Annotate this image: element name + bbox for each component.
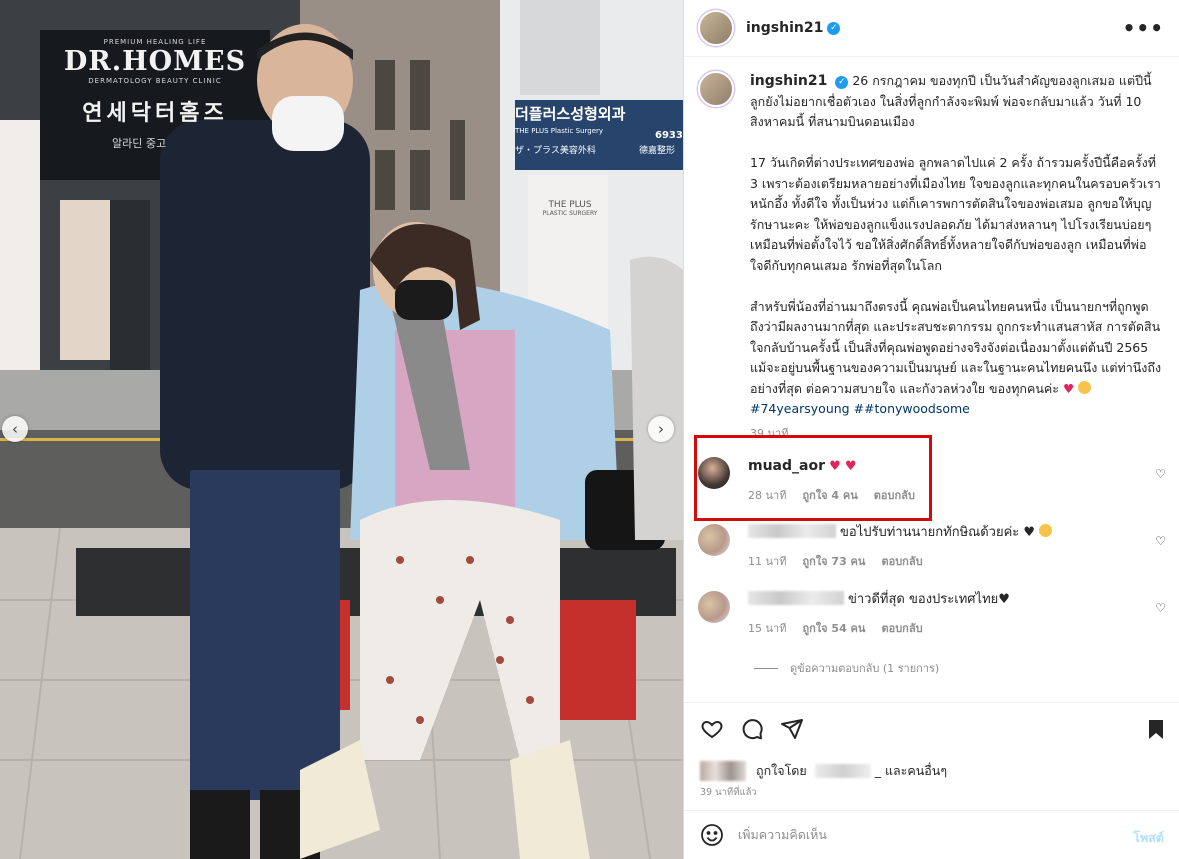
replies-dash [754, 667, 778, 669]
author-avatar[interactable] [698, 10, 734, 46]
plus-sign-jp: ザ・プラス美容外科 [515, 146, 596, 156]
post-timestamp: 39 นาทีที่แล้ว [700, 787, 757, 798]
more-options-icon[interactable]: ••• [1123, 18, 1164, 38]
comment-reply-button[interactable]: ตอบกลับ [881, 619, 922, 637]
comment-like-heart-icon[interactable]: ♡ [1155, 467, 1166, 481]
comment-like-heart-icon[interactable]: ♡ [1155, 534, 1166, 548]
caption-avatar[interactable] [698, 71, 734, 107]
plus-sign-phone: 6933- [655, 130, 683, 141]
comment-body: ขอไปรับท่านนายกทักษิณด้วยค่ะ ♥ 11 นาที ถ… [748, 524, 1168, 570]
comment-body: ข่าวดีที่สุด ของประเทศไทย♥ 15 นาที ถูกใจ… [748, 591, 1168, 637]
comment-username[interactable]: muad_aor [748, 458, 825, 474]
comment-reply-button[interactable]: ตอบกลับ [874, 486, 915, 504]
likes-line: ถูกใจโดย _ และคนอื่นๆ [700, 761, 947, 781]
plus-sign-row: ザ・プラス美容外科 德嘉整形 [515, 143, 675, 156]
comment-bubble-icon[interactable] [740, 717, 764, 741]
instagram-post-viewer: PREMIUM HEALING LIFE DR.HOMES DERMATOLOG… [0, 0, 1179, 859]
plus-board-title: THE PLUS [548, 200, 592, 210]
comment-body: muad_aor ♥ ♥ 28 นาที ถูกใจ 4 คน ตอบกลับ [748, 457, 1168, 504]
caption-hashtags[interactable]: #74yearsyoung ##tonywoodsome [750, 401, 970, 416]
comment-meta: 28 นาที ถูกใจ 4 คน ตอบกลับ [748, 486, 1168, 504]
author-username[interactable]: ingshin21 [746, 20, 823, 36]
like-heart-icon[interactable] [700, 717, 724, 741]
comment-item: ขอไปรับท่านนายกทักษิณด้วยค่ะ ♥ 11 นาที ถ… [698, 524, 1168, 570]
share-paper-plane-icon[interactable] [780, 717, 804, 741]
comment-meta: 15 นาที ถูกใจ 54 คน ตอบกลับ [748, 619, 1168, 637]
liked-by-prefix: ถูกใจโดย [756, 763, 807, 778]
caption-verified-badge-icon: ✓ [835, 76, 849, 89]
post-actions: ถูกใจโดย _ และคนอื่นๆ 39 นาทีที่แล้ว [684, 702, 1179, 822]
comment-text: ♥ ♥ [829, 459, 857, 474]
blurred-liker-name[interactable] [814, 764, 871, 778]
comment-like-heart-icon[interactable]: ♡ [1155, 601, 1166, 615]
heart-emoji-icon: ♥ [1062, 380, 1075, 396]
action-icons [700, 717, 804, 741]
blurred-username[interactable] [748, 591, 844, 605]
comment-avatar[interactable] [698, 524, 730, 556]
post-comment-button[interactable]: โพสต์ [1133, 828, 1164, 848]
star-eyes-emoji-icon [1039, 524, 1053, 537]
clinic-sign-korean: 연세닥터홈즈 [82, 101, 228, 126]
carousel-prev-button[interactable]: ‹ [2, 416, 28, 442]
plus-board-sub: PLASTIC SURGERY [542, 210, 598, 217]
comment-item: ข่าวดีที่สุด ของประเทศไทย♥ 15 นาที ถูกใจ… [698, 591, 1168, 637]
carousel-next-button[interactable]: › [648, 416, 674, 442]
clinic-sign-sub: DERMATOLOGY BEAUTY CLINIC [88, 77, 222, 85]
caption-username[interactable]: ingshin21 [750, 73, 827, 89]
clinic-sign-premium: PREMIUM HEALING LIFE [103, 38, 207, 46]
comment-avatar[interactable] [698, 457, 730, 489]
comment-likes[interactable]: ถูกใจ 73 คน [802, 552, 865, 570]
comment-meta: 11 นาที ถูกใจ 73 คน ตอบกลับ [748, 552, 1168, 570]
add-comment-bar: เพิ่มความคิดเห็น โพสต์ [684, 810, 1179, 859]
view-replies-button[interactable]: ดูข้อความตอบกลับ (1 รายการ) [754, 659, 939, 677]
comment-likes[interactable]: ถูกใจ 54 คน [802, 619, 865, 637]
view-replies-label: ดูข้อความตอบกลับ (1 รายการ) [790, 662, 940, 675]
comment-line: ข่าวดีที่สุด ของประเทศไทย♥ [748, 591, 1168, 609]
post-details-panel: ingshin21 ✓ ••• ingshin21 ✓ 26 กรกฎาคม ขอ… [683, 0, 1179, 859]
comment-avatar[interactable] [698, 591, 730, 623]
caption-text: 26 กรกฎาคม ของทุกปี เป็นวันสำคัญของลูกเส… [750, 73, 1162, 396]
plus-board: THE PLUS PLASTIC SURGERY [535, 200, 605, 217]
smiling-hearts-emoji-icon [1078, 380, 1092, 394]
comment-line: muad_aor ♥ ♥ [748, 457, 1168, 476]
clinic-sign: PREMIUM HEALING LIFE DR.HOMES DERMATOLOG… [42, 38, 268, 151]
caption-body: ingshin21 ✓ 26 กรกฎาคม ของทุกปี เป็นวันสำ… [750, 71, 1162, 420]
clinic-sign-aladdin: 알라딘 중고 [112, 137, 167, 150]
plus-sign-korean: 더플러스성형외과 [515, 105, 626, 123]
plus-sign-cn: 德嘉整形 [638, 146, 675, 156]
comment-time: 15 นาที [748, 622, 787, 635]
comment-item: muad_aor ♥ ♥ 28 นาที ถูกใจ 4 คน ตอบกลับ … [698, 457, 1168, 504]
comment-time: 11 นาที [748, 555, 787, 568]
emoji-picker-icon[interactable] [700, 823, 724, 847]
comments-section[interactable]: ingshin21 ✓ 26 กรกฎาคม ของทุกปี เป็นวันสำ… [684, 57, 1179, 702]
liked-by-suffix[interactable]: _ และคนอื่นๆ [875, 761, 947, 781]
post-photo: PREMIUM HEALING LIFE DR.HOMES DERMATOLOG… [0, 0, 683, 859]
comment-likes[interactable]: ถูกใจ 4 คน [802, 486, 857, 504]
verified-badge-icon: ✓ [827, 21, 841, 35]
comment-input[interactable]: เพิ่มความคิดเห็น [738, 825, 827, 845]
clinic-sign-brand: DR.HOMES [63, 46, 247, 77]
comment-time: 28 นาที [748, 489, 787, 502]
post-header: ingshin21 ✓ ••• [684, 0, 1179, 57]
post-caption: ingshin21 ✓ 26 กรกฎาคม ของทุกปี เป็นวันสำ… [698, 71, 1168, 420]
blurred-username[interactable] [748, 524, 836, 538]
comment-reply-button[interactable]: ตอบกลับ [881, 552, 922, 570]
comment-line: ขอไปรับท่านนายกทักษิณด้วยค่ะ ♥ [748, 524, 1168, 542]
liker-avatars[interactable] [700, 761, 746, 781]
comment-text: ข่าวดีที่สุด ของประเทศไทย♥ [848, 592, 1010, 607]
comment-text: ขอไปรับท่านนายกทักษิณด้วยค่ะ ♥ [840, 525, 1036, 540]
save-bookmark-icon[interactable] [1144, 717, 1168, 741]
